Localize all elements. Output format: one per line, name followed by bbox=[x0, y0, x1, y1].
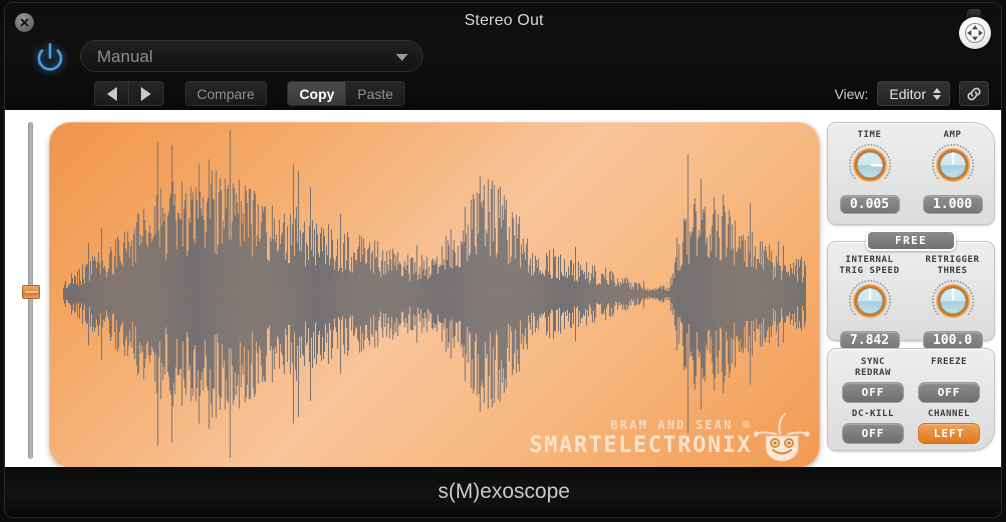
triangle-right-icon bbox=[141, 86, 151, 101]
panel-trigger: FREE INTERNAL TRIG SPEED 7.842 RETRIGGER… bbox=[827, 230, 995, 350]
view-controls: View: Editor bbox=[834, 81, 989, 106]
switch-row-1: SYNC REDRAW OFF FREEZE OFF bbox=[838, 357, 984, 403]
plugin-name: s(M)exoscope bbox=[438, 480, 570, 503]
triangle-left-icon bbox=[106, 86, 117, 101]
switch-channel[interactable]: LEFT bbox=[918, 423, 980, 444]
resize-move-icon[interactable] bbox=[959, 17, 991, 49]
brand-logo: BRAM AND SEAN ® SMARTELECTRONIX bbox=[529, 418, 752, 458]
window-title: Stereo Out bbox=[464, 12, 544, 29]
preset-dropdown[interactable]: Manual bbox=[80, 40, 423, 72]
chevron-down-icon bbox=[396, 54, 408, 61]
knob-label-line2: TRIG SPEED bbox=[839, 266, 900, 276]
knob-cell-retrigger-thres: RETRIGGER THRES 100.0 bbox=[915, 255, 991, 350]
knob-cell-internal-trig-speed: INTERNAL TRIG SPEED 7.842 bbox=[832, 255, 908, 350]
compare-button[interactable]: Compare bbox=[185, 82, 266, 105]
switch-label-line2 bbox=[914, 368, 984, 379]
switch-grid: SYNC REDRAW OFF FREEZE OFF DC-KILL OFF C… bbox=[828, 349, 994, 444]
knob-graphic bbox=[848, 143, 891, 183]
switch-label-line1: FREEZE bbox=[930, 357, 968, 367]
switch-label-dc-kill: DC-KILL bbox=[851, 409, 895, 419]
next-preset-button[interactable] bbox=[129, 82, 163, 105]
switch-label-freeze: FREEZE bbox=[914, 357, 984, 379]
free-button[interactable]: FREE bbox=[866, 230, 956, 251]
prev-preset-button[interactable] bbox=[95, 82, 129, 105]
waveform-canvas bbox=[63, 130, 806, 458]
panel-time-amp: TIME 0.005 AMP 1.000 bbox=[827, 122, 995, 225]
knob-row-2: INTERNAL TRIG SPEED 7.842 RETRIGGER THRE… bbox=[828, 242, 994, 350]
knob-graphic bbox=[848, 279, 891, 319]
knob-internal-trig-speed[interactable] bbox=[832, 279, 908, 328]
view-mode-value: Editor bbox=[889, 85, 926, 102]
preset-nav-group bbox=[94, 81, 164, 106]
view-label: View: bbox=[834, 85, 869, 102]
switch-label-channel: CHANNEL bbox=[927, 409, 971, 419]
knob-label-retrigger-thres: RETRIGGER THRES bbox=[915, 255, 991, 277]
knob-graphic bbox=[931, 143, 974, 183]
switch-freeze[interactable]: OFF bbox=[918, 382, 980, 403]
switch-row-2: DC-KILL OFF CHANNEL LEFT bbox=[838, 409, 984, 444]
knob-retrigger-thres[interactable] bbox=[915, 279, 991, 328]
knob-row-1: TIME 0.005 AMP 1.000 bbox=[828, 123, 994, 214]
window-frame: Stereo Out Manual Compare Copy Paste Vie… bbox=[4, 2, 1002, 518]
readout-amp[interactable]: 1.000 bbox=[922, 195, 983, 214]
panel-switches: SYNC REDRAW OFF FREEZE OFF DC-KILL OFF C… bbox=[827, 348, 995, 451]
stepper-icon bbox=[933, 87, 941, 100]
four-arrows-glyph bbox=[965, 23, 985, 43]
plugin-window-root: Stereo Out Manual Compare Copy Paste Vie… bbox=[0, 0, 1006, 522]
readout-time[interactable]: 0.005 bbox=[839, 195, 900, 214]
switch-label-line2: REDRAW bbox=[854, 368, 892, 378]
power-glyph bbox=[37, 43, 63, 71]
waveform-display[interactable]: BRAM AND SEAN ® SMARTELECTRONIX bbox=[49, 122, 820, 468]
switch-dc-kill[interactable]: OFF bbox=[842, 423, 904, 444]
knob-label-line1: INTERNAL bbox=[845, 255, 894, 265]
preset-action-bar: Compare Copy Paste bbox=[94, 81, 406, 106]
smartelectronix-robot-icon bbox=[754, 413, 810, 462]
knob-label-line1: RETRIGGER bbox=[925, 255, 980, 265]
switch-cell-sync-redraw: SYNC REDRAW OFF bbox=[838, 357, 908, 403]
control-rack: TIME 0.005 AMP 1.000 FREE INTERNAL TRIG … bbox=[827, 122, 995, 451]
switch-cell-dc-kill: DC-KILL OFF bbox=[838, 409, 908, 444]
knob-time[interactable] bbox=[832, 143, 908, 192]
paste-button[interactable]: Paste bbox=[346, 82, 405, 105]
brand-line-2: SMARTELECTRONIX bbox=[529, 433, 752, 458]
zoom-slider[interactable] bbox=[22, 122, 40, 459]
switch-sync-redraw[interactable]: OFF bbox=[842, 382, 904, 403]
copy-paste-group: Copy Paste bbox=[287, 81, 406, 106]
power-icon[interactable] bbox=[31, 39, 69, 77]
plugin-header: Stereo Out Manual Compare Copy Paste Vie… bbox=[5, 3, 1001, 110]
knob-cell-amp: AMP 1.000 bbox=[915, 130, 991, 214]
knob-label-amp: AMP bbox=[943, 130, 962, 140]
plugin-footer: s(M)exoscope bbox=[5, 467, 1001, 517]
knob-graphic bbox=[931, 279, 974, 319]
knob-cell-time: TIME 0.005 bbox=[832, 130, 908, 214]
switch-label-sync-redraw: SYNC REDRAW bbox=[838, 357, 908, 379]
knob-label-line2: THRES bbox=[937, 266, 968, 276]
knob-amp[interactable] bbox=[915, 143, 991, 192]
link-glyph bbox=[967, 87, 981, 100]
plugin-body: BRAM AND SEAN ® SMARTELECTRONIX TIME 0.0… bbox=[5, 110, 1001, 469]
brand-line-1: BRAM AND SEAN ® bbox=[610, 418, 752, 432]
preset-value: Manual bbox=[97, 47, 153, 66]
switch-label-line1: SYNC bbox=[860, 357, 886, 367]
knob-label-internal-trig-speed: INTERNAL TRIG SPEED bbox=[832, 255, 908, 277]
switch-cell-channel: CHANNEL LEFT bbox=[914, 409, 984, 444]
knob-label-time: TIME bbox=[857, 130, 882, 140]
zoom-slider-thumb[interactable] bbox=[22, 285, 40, 299]
compare-group: Compare bbox=[184, 81, 267, 106]
link-chain-icon[interactable] bbox=[959, 81, 989, 106]
copy-button[interactable]: Copy bbox=[288, 82, 347, 105]
switch-cell-freeze: FREEZE OFF bbox=[914, 357, 984, 403]
view-mode-select[interactable]: Editor bbox=[877, 81, 950, 106]
